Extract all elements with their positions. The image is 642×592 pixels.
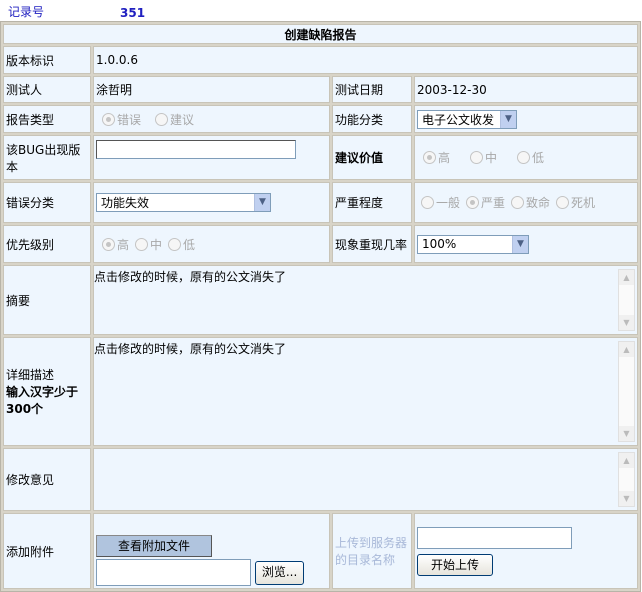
radio-suggest-label: 建议	[170, 112, 195, 127]
modify-textarea[interactable]: ▲ ▼	[94, 449, 637, 510]
radio-error[interactable]	[102, 112, 115, 126]
report-type-label: 报告类型	[3, 105, 91, 133]
priority-mid-label: 中	[150, 237, 163, 252]
severity-fatal-label: 致命	[526, 196, 551, 210]
file-path-input[interactable]	[96, 559, 251, 586]
suggest-value-label: 建议价值	[332, 135, 412, 180]
error-cat-value: 功能失效	[101, 196, 150, 210]
radio-priority-high[interactable]	[102, 237, 115, 251]
reproduce-select[interactable]: 100% ▼	[417, 234, 529, 254]
severity-label: 严重程度	[332, 182, 412, 223]
scrollbar[interactable]: ▲ ▼	[618, 341, 635, 442]
radio-severity-fatal[interactable]	[511, 196, 525, 209]
bug-version-input[interactable]	[96, 140, 296, 159]
severity-crash-label: 死机	[571, 196, 596, 210]
test-date-value: 2003-12-30	[414, 76, 638, 103]
reproduce-label: 现象重现几率	[332, 225, 412, 263]
priority-low-label: 低	[183, 237, 196, 252]
modify-label: 修改意见	[3, 448, 91, 511]
radio-suggest-mid[interactable]	[470, 151, 484, 164]
detail-text: 点击修改的时候，原有的公文消失了	[94, 342, 287, 356]
radio-error-label: 错误	[117, 112, 142, 127]
version-label: 版本标识	[3, 46, 91, 74]
severity-normal-label: 一般	[436, 196, 461, 210]
chevron-down-icon: ▼	[254, 194, 270, 211]
radio-suggest-low[interactable]	[517, 151, 531, 164]
detail-label-cell: 详细描述输入汉字少于300个	[3, 337, 91, 446]
record-number: 351	[120, 6, 146, 20]
summary-label: 摘要	[3, 265, 91, 335]
tester-value: 涂哲明	[93, 76, 330, 103]
radio-priority-low[interactable]	[168, 237, 182, 251]
tester-label: 测试人	[3, 76, 91, 103]
scrollbar[interactable]: ▲ ▼	[618, 269, 635, 331]
test-date-label: 测试日期	[332, 76, 412, 103]
view-attachment-button[interactable]: 查看附加文件	[96, 535, 212, 557]
radio-priority-mid[interactable]	[135, 237, 149, 251]
radio-severity-crash[interactable]	[556, 196, 570, 209]
detail-hint: 输入汉字少于300个	[6, 385, 79, 416]
suggest-mid-label: 中	[485, 151, 498, 165]
radio-suggest-high[interactable]	[423, 151, 436, 164]
bug-version-label: 该BUG出现版本	[3, 135, 91, 180]
detail-label: 详细描述	[6, 368, 55, 382]
radio-severity-normal[interactable]	[421, 196, 434, 209]
upload-dir-input[interactable]	[417, 526, 572, 549]
reproduce-value: 100%	[422, 237, 457, 251]
start-upload-button[interactable]: 开始上传	[417, 553, 493, 576]
chevron-down-icon: ▼	[512, 235, 528, 253]
func-cat-select[interactable]: 电子公文收发 ▼	[417, 109, 517, 129]
error-cat-select[interactable]: 功能失效 ▼	[96, 193, 271, 212]
defect-report-form: 创建缺陷报告 版本标识 1.0.0.6 测试人 涂哲明 测试日期 2003-12-30 …	[0, 21, 641, 592]
summary-text: 点击修改的时候，原有的公文消失了	[94, 270, 287, 284]
error-cat-label: 错误分类	[3, 182, 91, 223]
scrollbar[interactable]: ▲ ▼	[618, 452, 635, 507]
summary-textarea[interactable]: 点击修改的时候，原有的公文消失了 ▲ ▼	[94, 266, 637, 334]
radio-suggest[interactable]	[155, 112, 169, 126]
func-cat-label: 功能分类	[332, 105, 412, 133]
suggest-low-label: 低	[532, 151, 545, 165]
priority-label: 优先级别	[3, 225, 91, 263]
upload-dir-label: 上传到服务器的目录名称	[332, 513, 412, 589]
suggest-high-label: 高	[438, 151, 451, 165]
form-title: 创建缺陷报告	[3, 24, 638, 44]
chevron-down-icon: ▼	[500, 110, 516, 128]
attach-label: 添加附件	[3, 513, 91, 589]
browse-button[interactable]: 浏览...	[254, 560, 305, 585]
func-cat-value: 电子公文收发	[422, 112, 495, 127]
priority-high-label: 高	[117, 237, 130, 252]
version-value: 1.0.0.6	[93, 46, 638, 74]
radio-severity-serious[interactable]	[466, 196, 480, 209]
severity-serious-label: 严重	[481, 196, 506, 210]
record-label: 记录号	[8, 5, 45, 19]
report-type-radios: 错误 建议	[93, 105, 330, 133]
detail-textarea[interactable]: 点击修改的时候，原有的公文消失了 ▲ ▼	[94, 338, 637, 445]
